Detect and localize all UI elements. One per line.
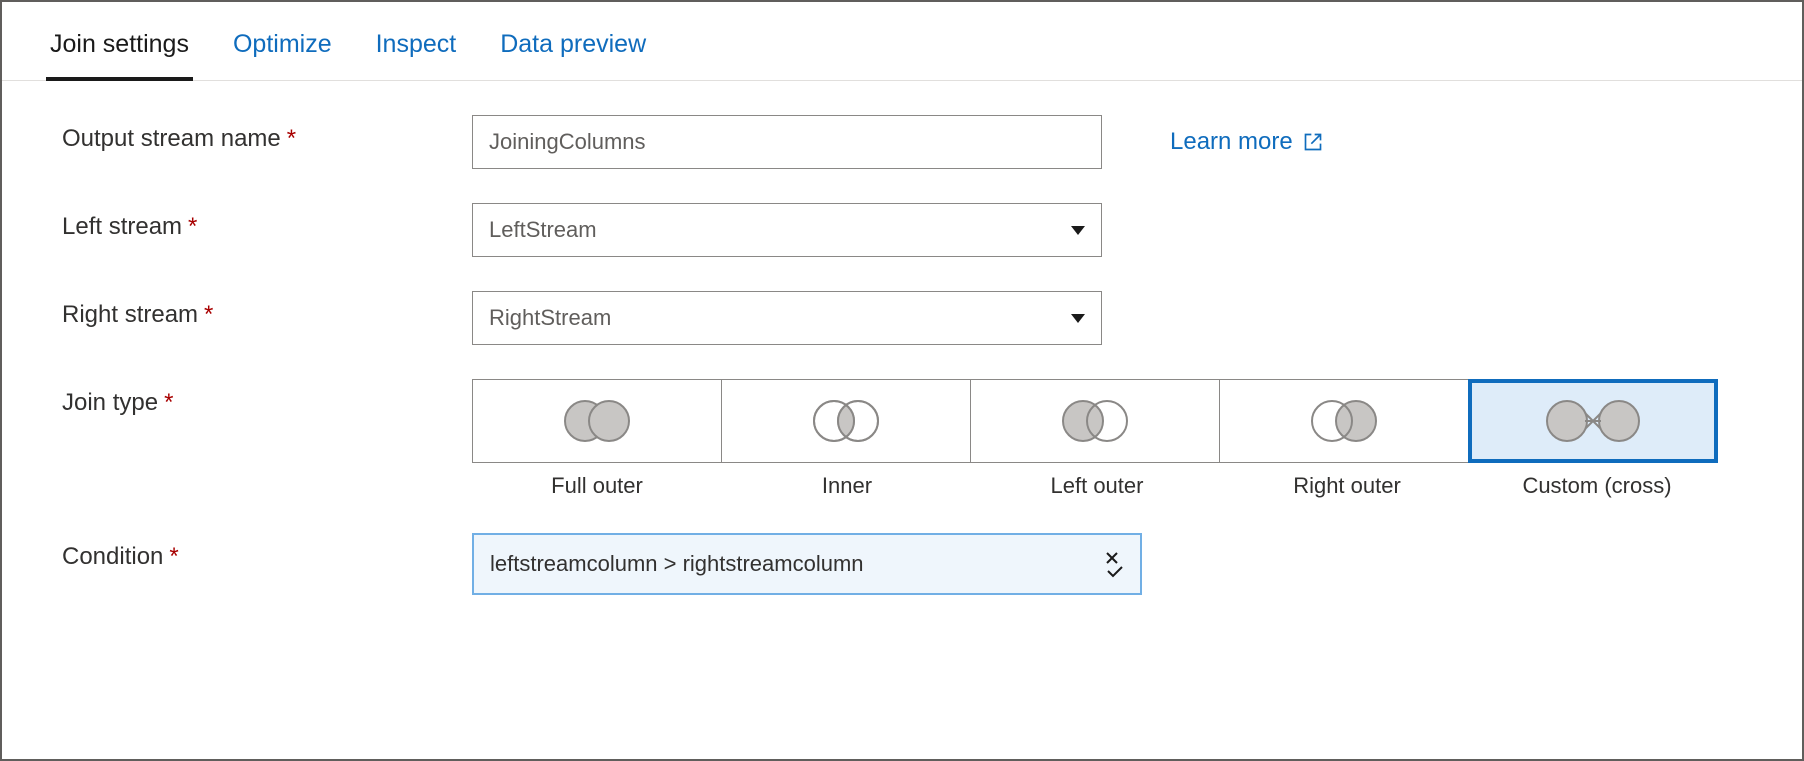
- learn-more-link[interactable]: Learn more: [1170, 128, 1323, 156]
- label-condition: Condition*: [62, 533, 472, 571]
- tab-data-preview[interactable]: Data preview: [496, 18, 650, 80]
- label-left-stream: Left stream*: [62, 203, 472, 241]
- caption-left-outer: Left outer: [972, 463, 1222, 499]
- form-panel: Output stream name* Learn more Left stre…: [2, 81, 1802, 595]
- external-link-icon: [1303, 132, 1323, 152]
- caption-custom-cross: Custom (cross): [1472, 463, 1722, 499]
- left-stream-select[interactable]: LeftStream: [472, 203, 1102, 257]
- label-right-stream: Right stream*: [62, 291, 472, 329]
- tab-bar: Join settings Optimize Inspect Data prev…: [2, 18, 1802, 81]
- tab-inspect[interactable]: Inspect: [372, 18, 461, 80]
- join-type-custom-cross[interactable]: [1468, 379, 1718, 463]
- label-join-type: Join type*: [62, 379, 472, 417]
- chevron-down-icon: [1071, 314, 1085, 323]
- condition-input[interactable]: leftstreamcolumn > rightstreamcolumn: [472, 533, 1142, 595]
- venn-left-outer-icon: [1055, 399, 1135, 443]
- venn-cross-icon: [1545, 399, 1641, 443]
- output-stream-input[interactable]: [472, 115, 1102, 169]
- join-type-right-outer[interactable]: [1219, 379, 1469, 463]
- venn-full-outer-icon: [557, 399, 637, 443]
- chevron-down-icon: [1071, 226, 1085, 235]
- label-output-stream: Output stream name*: [62, 115, 472, 153]
- right-stream-select[interactable]: RightStream: [472, 291, 1102, 345]
- tab-join-settings[interactable]: Join settings: [46, 18, 193, 81]
- join-type-left-outer[interactable]: [970, 379, 1220, 463]
- caption-inner: Inner: [722, 463, 972, 499]
- venn-inner-icon: [806, 399, 886, 443]
- venn-right-outer-icon: [1304, 399, 1384, 443]
- tab-optimize[interactable]: Optimize: [229, 18, 336, 80]
- caption-full-outer: Full outer: [472, 463, 722, 499]
- join-type-full-outer[interactable]: [472, 379, 722, 463]
- caption-right-outer: Right outer: [1222, 463, 1472, 499]
- clear-validate-icon[interactable]: [1104, 550, 1124, 578]
- join-type-inner[interactable]: [721, 379, 971, 463]
